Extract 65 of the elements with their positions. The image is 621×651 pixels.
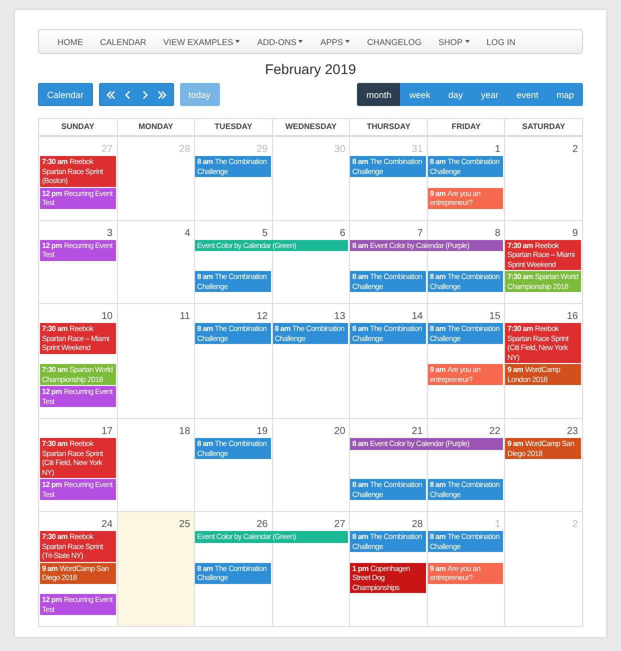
day-number: 3 <box>107 228 113 238</box>
day-number: 7 <box>417 228 423 238</box>
day-number: 4 <box>184 228 190 238</box>
nav-link[interactable]: SHOP <box>430 36 478 46</box>
day-number: 15 <box>489 311 500 322</box>
nav-link[interactable]: CHANGELOG <box>358 36 430 46</box>
day-number: 18 <box>179 426 190 437</box>
weekday-header: TUESDAY <box>194 119 272 136</box>
weekday-header: SATURDAY <box>504 119 582 136</box>
day-number: 20 <box>334 426 346 437</box>
view-tab[interactable]: event <box>507 83 548 106</box>
nav-link[interactable]: VIEW EXAMPLES <box>154 36 249 46</box>
day-number: 19 <box>256 426 268 437</box>
day-number: 1 <box>494 519 500 530</box>
day-number: 24 <box>101 519 113 530</box>
caret-icon <box>235 40 240 43</box>
view-tab[interactable]: year <box>472 83 508 106</box>
day-number: 27 <box>101 144 113 155</box>
day-number: 13 <box>334 311 346 322</box>
weekday-header: SUNDAY <box>39 119 117 136</box>
caret-icon <box>298 40 304 43</box>
day-number: 14 <box>412 311 423 322</box>
view-tab[interactable]: map <box>547 83 583 106</box>
day-number: 27 <box>334 519 346 530</box>
day-number: 11 <box>180 311 190 322</box>
view-tab[interactable]: day <box>439 83 472 106</box>
weekday-header: FRIDAY <box>426 119 504 136</box>
day-number: 8 <box>494 228 500 238</box>
nav-link[interactable]: HOME <box>49 36 92 46</box>
day-number: 16 <box>566 311 578 322</box>
day-number: 30 <box>334 144 346 155</box>
nav-link[interactable]: LOG IN <box>478 36 524 46</box>
day-number: 2 <box>572 519 578 530</box>
nav-link[interactable]: CALENDAR <box>92 36 155 46</box>
day-number: 9 <box>572 228 578 238</box>
next-year-icon[interactable] <box>156 90 167 100</box>
nav-link[interactable]: APPS <box>312 36 359 46</box>
previous-year-icon[interactable] <box>106 90 116 100</box>
day-number: 25 <box>179 519 190 530</box>
day-number: 31 <box>412 144 423 155</box>
caret-icon <box>464 40 470 43</box>
day-number: 21 <box>412 426 423 437</box>
caret-icon <box>345 40 350 43</box>
day-number: 12 <box>256 311 268 322</box>
calendar-button[interactable]: Calendar <box>38 83 93 106</box>
previous-month-icon[interactable] <box>122 90 133 100</box>
nav-link[interactable]: ADD-ONS <box>248 36 312 46</box>
day-number: 10 <box>101 311 113 322</box>
day-number: 28 <box>179 144 190 155</box>
day-number: 17 <box>101 426 113 437</box>
view-tab[interactable]: month <box>357 83 400 106</box>
day-number: 5 <box>262 228 268 238</box>
weekday-header: MONDAY <box>116 119 194 136</box>
day-number: 6 <box>340 228 346 238</box>
month-title: February 2019 <box>264 61 358 77</box>
view-tab[interactable]: week <box>400 83 440 106</box>
weekday-header: THURSDAY <box>349 119 427 136</box>
day-number: 23 <box>566 426 578 437</box>
day-number: 26 <box>256 519 268 530</box>
day-number: 29 <box>256 144 268 155</box>
day-number: 22 <box>489 426 500 437</box>
day-number: 2 <box>572 144 578 155</box>
day-number: 28 <box>412 519 423 530</box>
day-number: 1 <box>494 144 500 155</box>
weekday-header: WEDNESDAY <box>272 119 350 136</box>
